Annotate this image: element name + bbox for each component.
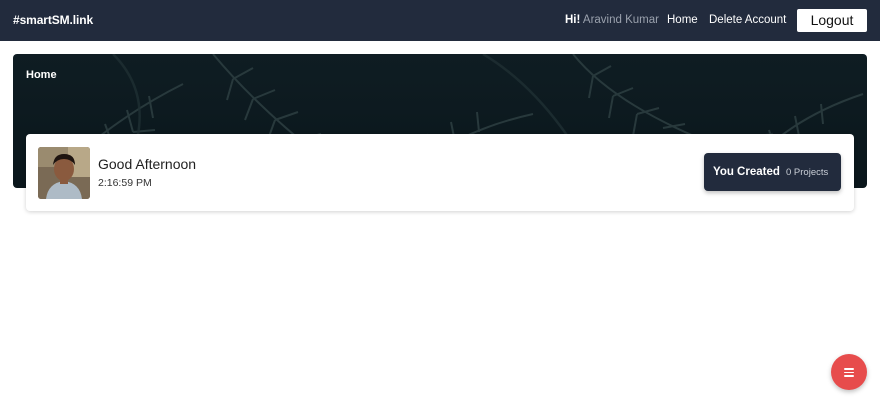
current-time: 2:16:59 PM xyxy=(98,177,152,189)
top-navbar: #smartSM.link Hi! Aravind Kumar Home Del… xyxy=(0,0,880,41)
user-name: Aravind Kumar xyxy=(582,14,659,26)
nav-link-home[interactable]: Home xyxy=(667,13,698,27)
nav-link-delete-account[interactable]: Delete Account xyxy=(709,13,786,27)
welcome-card: Good Afternoon 2:16:59 PM You Created 0 … xyxy=(26,134,854,211)
greeting-text: Good Afternoon xyxy=(98,156,197,172)
projects-badge-count: 0 Projects xyxy=(786,167,829,178)
menu-icon xyxy=(844,367,854,377)
user-greeting: Hi! Aravind Kumar xyxy=(565,13,659,27)
greeting-prefix: Hi! xyxy=(565,14,581,26)
brand-logo[interactable]: #smartSM.link xyxy=(13,13,93,27)
logout-button[interactable]: Logout xyxy=(797,9,867,32)
user-photo xyxy=(38,147,90,199)
avatar xyxy=(38,147,90,199)
projects-count-badge[interactable]: You Created 0 Projects xyxy=(704,153,841,191)
floating-menu-button[interactable] xyxy=(831,354,867,390)
projects-badge-label: You Created xyxy=(713,166,780,178)
breadcrumb-home[interactable]: Home xyxy=(26,69,57,81)
